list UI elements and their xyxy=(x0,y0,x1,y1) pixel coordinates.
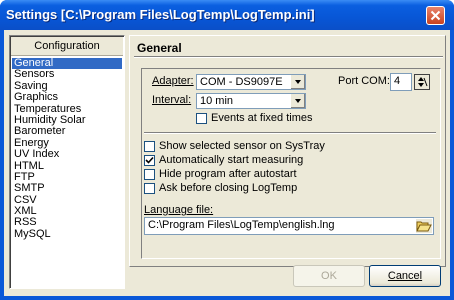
ask-before-closing-checkbox[interactable] xyxy=(144,183,155,194)
adapter-value: COM - DS9097E xyxy=(200,76,283,88)
show-sensor-systray-label: Show selected sensor on SysTray xyxy=(159,140,325,152)
close-icon xyxy=(430,10,441,21)
general-panel: General Adapter: COM - DS9097E Port COM:… xyxy=(129,35,446,267)
language-file-value: C:\Program Files\LogTemp\english.lng xyxy=(148,219,335,231)
show-sensor-systray-checkbox[interactable] xyxy=(144,141,155,152)
title-bar[interactable]: Settings [C:\Program Files\LogTemp\LogTe… xyxy=(0,0,454,30)
interval-select[interactable]: 10 min xyxy=(196,93,306,109)
language-file-label-text: Language file: xyxy=(144,204,214,216)
hide-after-autostart-checkbox[interactable] xyxy=(144,169,155,180)
chevron-down-icon[interactable] xyxy=(290,94,305,108)
cancel-button[interactable]: Cancel xyxy=(369,265,441,287)
window-title: Settings [C:\Program Files\LogTemp\LogTe… xyxy=(6,7,315,22)
checkmark-icon xyxy=(145,156,154,164)
interval-label-text: Interval: xyxy=(152,94,192,106)
dialog-body: Configuration General Sensors Saving Gra… xyxy=(4,30,450,296)
language-file-field[interactable]: C:\Program Files\LogTemp\english.lng xyxy=(144,217,434,235)
configuration-items: General Sensors Saving Graphics Temperat… xyxy=(12,57,122,240)
adapter-select[interactable]: COM - DS9097E xyxy=(196,74,306,90)
chevron-down-icon[interactable] xyxy=(290,75,305,89)
config-item-mysql[interactable]: MySQL xyxy=(12,228,122,240)
adapter-label-text: Adapter: xyxy=(152,75,194,87)
port-com-stepper[interactable] xyxy=(414,74,430,90)
events-fixed-times-label: Events at fixed times xyxy=(211,112,313,124)
config-item-graphics[interactable]: Graphics xyxy=(12,91,122,103)
config-item-uv-index[interactable]: UV Index xyxy=(12,148,122,160)
port-com-label: Port COM: xyxy=(338,75,390,87)
interval-label: Interval: xyxy=(152,94,191,106)
spin-arrows-icon xyxy=(418,77,428,87)
auto-start-measuring-checkbox[interactable] xyxy=(144,155,155,166)
cancel-button-label: Cancel xyxy=(387,270,423,282)
ask-before-closing-label: Ask before closing LogTemp xyxy=(159,182,298,194)
auto-start-measuring-label: Automatically start measuring xyxy=(159,154,304,166)
separator xyxy=(144,132,436,134)
browse-button[interactable] xyxy=(416,219,432,233)
events-fixed-times-checkbox[interactable] xyxy=(196,113,207,124)
folder-open-icon xyxy=(416,221,432,232)
close-button[interactable] xyxy=(426,6,445,25)
settings-window: Settings [C:\Program Files\LogTemp\LogTe… xyxy=(0,0,454,300)
hide-after-autostart-label: Hide program after autostart xyxy=(159,168,297,180)
ok-button[interactable]: OK xyxy=(293,265,365,287)
interval-value: 10 min xyxy=(200,95,234,107)
port-com-value: 4 xyxy=(394,75,401,87)
configuration-header: Configuration xyxy=(11,37,123,56)
configuration-list[interactable]: Configuration General Sensors Saving Gra… xyxy=(9,35,125,289)
adapter-label: Adapter: xyxy=(152,75,194,87)
language-file-label: Language file: xyxy=(144,204,213,216)
section-title: General xyxy=(134,40,443,57)
general-options-group: Adapter: COM - DS9097E Port COM: 4 Inter… xyxy=(141,68,441,259)
config-item-smtp[interactable]: SMTP xyxy=(12,182,122,194)
port-com-field[interactable]: 4 xyxy=(390,73,412,91)
